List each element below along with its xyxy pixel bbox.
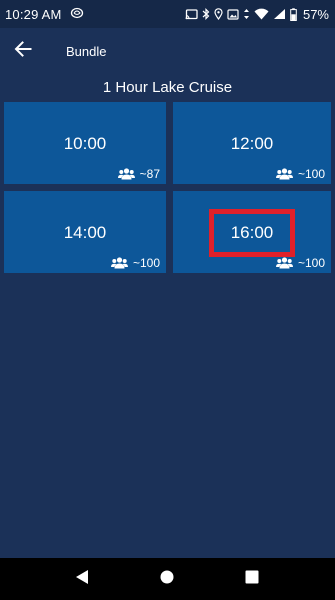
system-nav-bar [0,558,335,600]
slot-capacity: ~100 [275,167,325,181]
time-slot-card-selected[interactable]: 16:00 ~100 [173,191,331,273]
back-triangle-icon [75,569,89,590]
slot-capacity-text: ~100 [132,256,160,270]
slot-capacity: ~100 [275,256,325,270]
slot-time: 14:00 [63,223,107,242]
screenshot-icon [227,8,239,20]
signal-icon [273,8,286,20]
time-slot-card[interactable]: 10:00 ~87 [4,102,166,184]
people-icon [275,168,293,180]
people-icon [110,257,128,269]
location-icon [214,8,223,20]
status-right: 57% [185,7,329,22]
time-slot-card[interactable]: 14:00 ~100 [4,191,166,273]
slot-capacity-text: ~87 [139,167,160,181]
app-bar-title: Bundle [66,43,107,59]
time-slot-card[interactable]: 12:00 ~100 [173,102,331,184]
people-icon [117,168,135,180]
slot-capacity-text: ~100 [297,167,325,181]
nav-back-button[interactable] [70,567,94,591]
app-notification-icon [70,7,84,22]
slot-time: 12:00 [230,134,274,153]
battery-icon [290,7,297,21]
recents-square-icon [245,570,259,589]
page-title: 1 Hour Lake Cruise [102,79,233,96]
cast-icon [185,8,198,20]
slot-time: 16:00 [230,223,274,242]
back-button[interactable] [1,29,45,73]
bluetooth-icon [202,8,210,20]
people-icon [275,257,293,269]
wifi-icon [254,8,269,20]
status-left: 10:29 AM [5,7,84,22]
slot-capacity: ~87 [117,167,160,181]
slot-capacity-text: ~100 [297,256,325,270]
arrow-left-icon [14,40,32,63]
status-bar: 10:29 AM 57% [0,0,335,28]
slot-capacity: ~100 [110,256,160,270]
battery-percentage: 57% [302,6,329,22]
slot-time: 10:00 [63,134,107,153]
nav-recents-button[interactable] [240,567,264,591]
nav-home-button[interactable] [155,567,179,591]
time-slot-grid: 10:00 ~87 12:00 ~100 14:00 ~100 16:00 ~1… [4,102,331,273]
status-time: 10:29 AM [5,6,62,22]
home-circle-icon [160,570,174,589]
app-bar: Bundle [0,28,335,74]
data-arrows-icon [243,8,250,20]
